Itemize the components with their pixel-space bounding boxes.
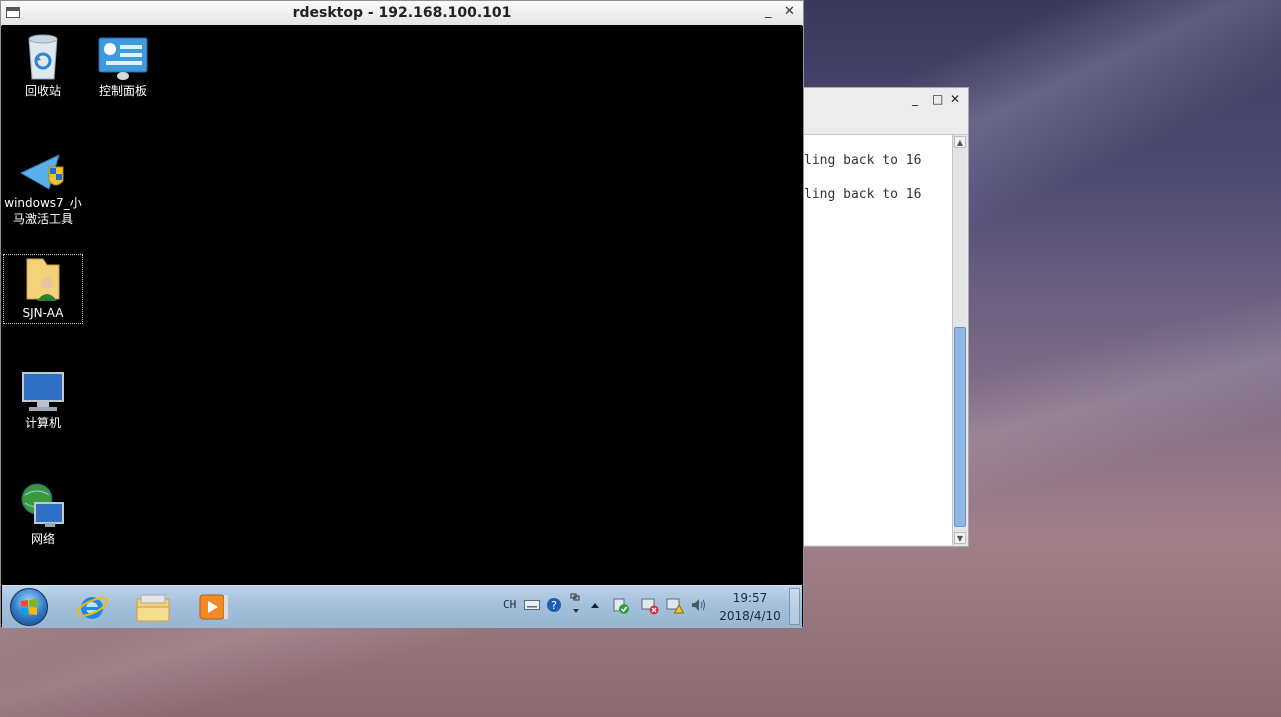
rdesktop-window[interactable]: rdesktop - 192.168.100.101 _ ✕ 回收站 控制面板 …: [0, 0, 804, 628]
terminal-titlebar[interactable]: _ □ ✕: [804, 88, 968, 110]
terminal-menubar: [804, 110, 968, 135]
help-icon[interactable]: ?: [546, 597, 562, 613]
network-warning-icon[interactable]: [666, 597, 684, 615]
show-desktop-button[interactable]: [789, 588, 800, 625]
terminal-line: ling back to 16: [804, 153, 922, 168]
scroll-up-arrow-icon[interactable]: ▲: [954, 136, 966, 148]
terminal-close-button[interactable]: ✕: [950, 91, 960, 107]
volume-icon[interactable]: [691, 598, 707, 612]
show-hidden-icons-arrow-icon[interactable]: [590, 601, 600, 609]
desktop-icon-label: SJN-AA: [22, 306, 64, 320]
clock-time: 19:57: [732, 591, 768, 605]
terminal-minimize-button[interactable]: _: [912, 91, 918, 107]
desktop-icon-user-folder[interactable]: SJN-AA: [3, 254, 83, 324]
taskbar: CH ? 19:57 2018/4/10: [2, 585, 802, 628]
desktop-icon-activation-tool[interactable]: windows7_小马激活工具: [4, 153, 82, 227]
scroll-down-arrow-icon[interactable]: ▼: [954, 532, 966, 544]
remote-desktop[interactable]: 回收站 控制面板 windows7_小马激活工具 SJN-AA 计算机 网络: [2, 25, 802, 585]
terminal-maximize-button[interactable]: □: [932, 91, 943, 107]
scrollbar-thumb[interactable]: [954, 327, 966, 527]
network-disconnected-icon[interactable]: [641, 597, 659, 615]
start-button[interactable]: [10, 588, 48, 626]
media-player-icon[interactable]: [196, 589, 232, 625]
control-panel-icon: [98, 37, 148, 80]
keyboard-icon[interactable]: [524, 599, 540, 611]
desktop-icon-network[interactable]: 网络: [4, 481, 82, 547]
clock-date: 2018/4/10: [719, 609, 781, 623]
rdesktop-titlebar[interactable]: rdesktop - 192.168.100.101 _ ✕: [1, 1, 803, 26]
action-center-icon[interactable]: [612, 597, 630, 615]
desktop-icon-label: 计算机: [24, 416, 61, 430]
network-icon: [21, 483, 64, 527]
svg-text:?: ?: [551, 599, 557, 612]
terminal-window[interactable]: _ □ ✕ ling back to 16 ling back to 16 ▲ …: [803, 87, 969, 547]
desktop-icon-recycle-bin[interactable]: 回收站: [4, 33, 82, 99]
desktop-icon-control-panel[interactable]: 控制面板: [84, 37, 162, 99]
user-folder-icon: [26, 258, 60, 301]
internet-explorer-icon[interactable]: [74, 589, 110, 625]
input-language-indicator[interactable]: CH: [503, 598, 516, 611]
computer-icon: [22, 372, 64, 411]
terminal-scrollbar[interactable]: ▲ ▼: [952, 135, 967, 545]
desktop-icon-label: windows7_小马激活工具: [4, 196, 82, 226]
window-title: rdesktop - 192.168.100.101: [292, 5, 512, 21]
rdesktop-close-button[interactable]: ✕: [784, 4, 795, 19]
desktop-icon-computer[interactable]: 计算机: [4, 371, 82, 431]
recycle-bin-icon: [28, 34, 58, 80]
terminal-line: ling back to 16: [804, 187, 922, 202]
rdesktop-minimize-button[interactable]: _: [765, 4, 772, 19]
taskbar-clock[interactable]: 19:57 2018/4/10: [717, 589, 783, 625]
file-explorer-icon[interactable]: [135, 589, 171, 625]
activation-tool-icon: [19, 154, 64, 190]
desktop-icon-label: 控制面板: [98, 84, 147, 98]
language-bar-options-icon[interactable]: [570, 593, 582, 615]
terminal-output[interactable]: ling back to 16 ling back to 16: [804, 135, 954, 545]
desktop-icon-label: 网络: [30, 532, 55, 546]
windows-logo-icon: [21, 599, 37, 615]
desktop-icon-label: 回收站: [24, 84, 61, 98]
